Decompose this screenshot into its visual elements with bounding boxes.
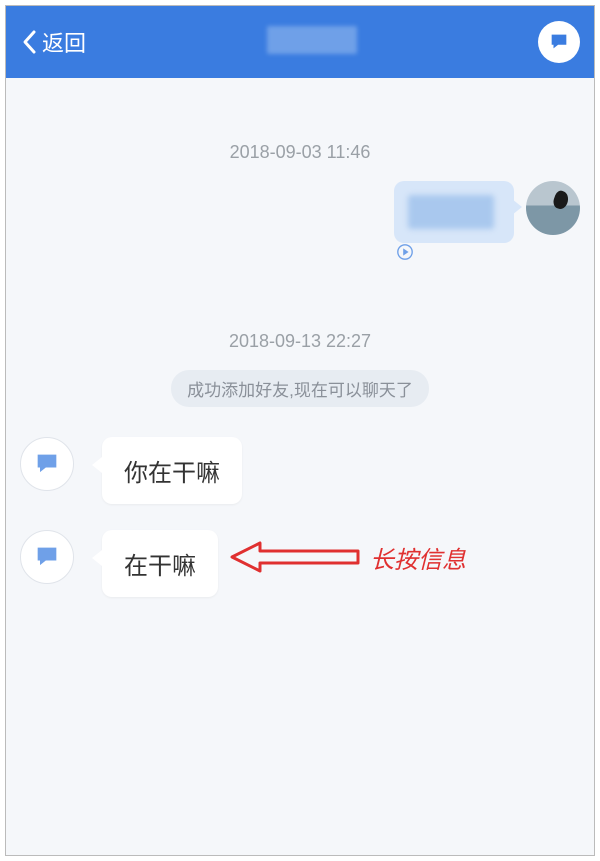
speech-bubble-icon [33,450,61,478]
sent-bubble-wrap [394,181,514,261]
speech-bubble-icon [33,543,61,571]
timestamp: 2018-09-03 11:46 [20,142,580,163]
message-content-blurred [408,195,494,229]
avatar-received[interactable] [20,437,74,491]
chevron-left-icon [20,29,38,55]
system-message: 成功添加好友,现在可以聊天了 [171,370,429,407]
app-frame: 返回 2018-09-03 11:46 2018-09-13 22:27 [5,5,595,856]
chat-body: 2018-09-03 11:46 2018-09-13 22:27 成功添加好友… [6,78,594,643]
back-button[interactable]: 返回 [20,26,86,58]
avatar-sent[interactable] [526,181,580,235]
message-row-received: 在干嘛 [20,530,580,597]
header-bar: 返回 [6,6,594,78]
avatar-received[interactable] [20,530,74,584]
speech-bubble-icon [548,31,570,53]
page-title [86,26,538,59]
audio-play-icon[interactable] [394,243,514,261]
message-bubble-received[interactable]: 你在干嘛 [102,437,242,504]
message-row-sent [20,181,580,261]
message-row-received: 你在干嘛 [20,437,580,504]
message-text: 在干嘛 [124,553,196,580]
title-blurred [267,26,357,54]
message-bubble-received[interactable]: 在干嘛 [102,530,218,597]
back-label: 返回 [42,26,86,58]
timestamp: 2018-09-13 22:27 [20,331,580,352]
chat-action-button[interactable] [538,21,580,63]
message-bubble-sent[interactable] [394,181,514,243]
message-text: 你在干嘛 [124,460,220,487]
